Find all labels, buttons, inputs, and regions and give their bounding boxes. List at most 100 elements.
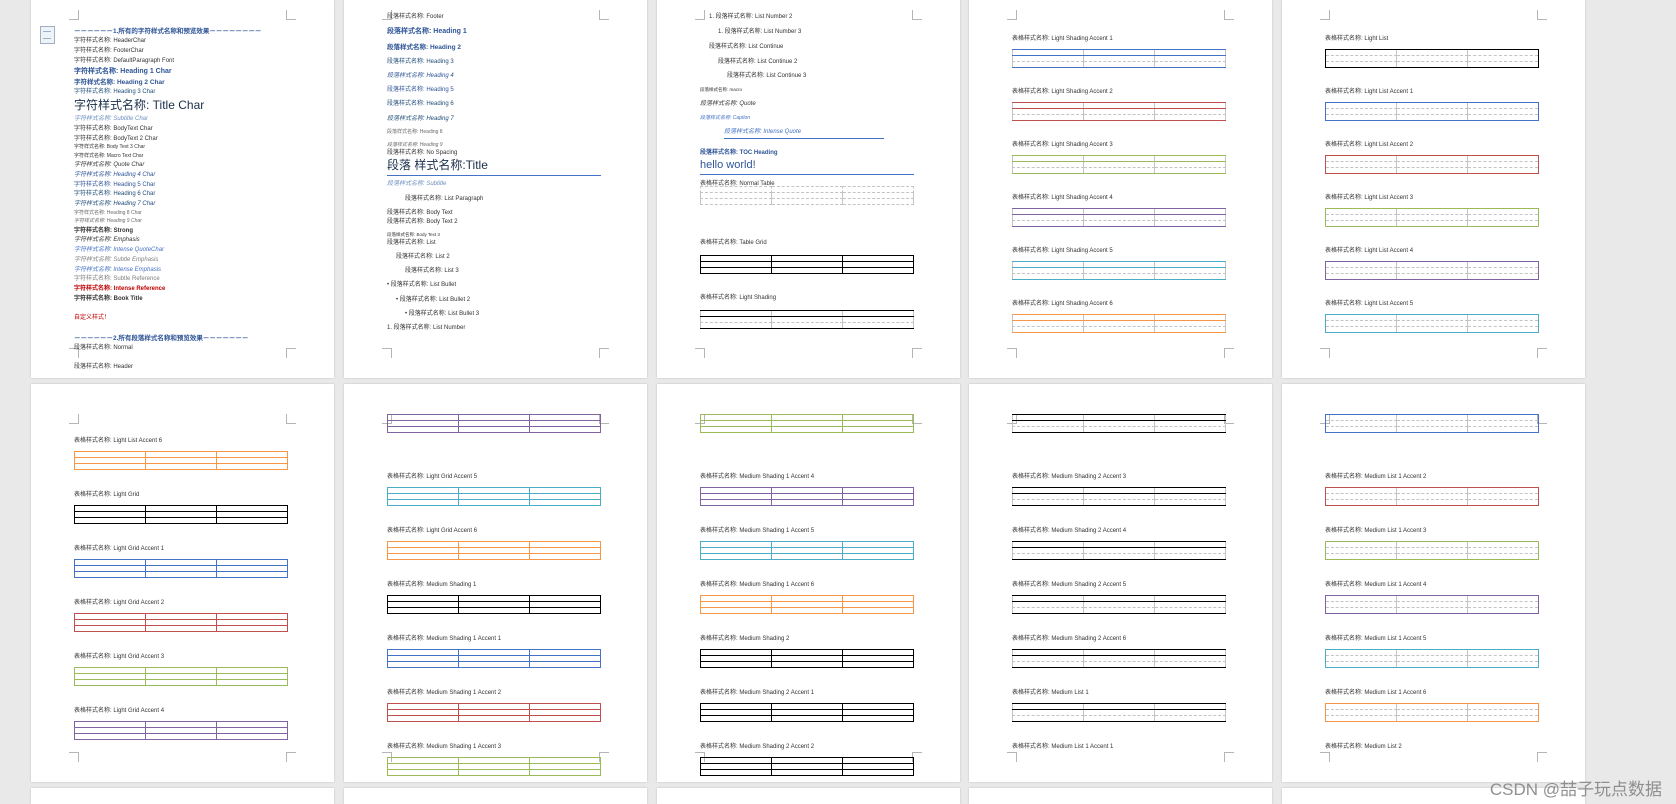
style-preview-table[interactable] xyxy=(1325,487,1539,506)
table-cell[interactable] xyxy=(842,198,914,205)
table-cell[interactable] xyxy=(1083,220,1155,227)
table-cell[interactable] xyxy=(1396,114,1468,121)
table-cell[interactable] xyxy=(1396,661,1468,668)
style-preview-table[interactable] xyxy=(1325,155,1539,174)
table-cell[interactable] xyxy=(1012,273,1084,280)
table-cell[interactable] xyxy=(1083,715,1155,722)
table-cell[interactable] xyxy=(1012,326,1084,333)
table-cell[interactable] xyxy=(1012,607,1084,614)
style-preview-table[interactable] xyxy=(387,595,601,614)
style-preview-table[interactable] xyxy=(74,559,288,578)
style-preview-table[interactable] xyxy=(1012,102,1226,121)
table-cell[interactable] xyxy=(1083,326,1155,333)
table-cell[interactable] xyxy=(771,499,843,506)
table-cell[interactable] xyxy=(1012,167,1084,174)
style-preview-table[interactable] xyxy=(1012,314,1226,333)
style-preview-table[interactable] xyxy=(1012,649,1226,668)
style-preview-table[interactable] xyxy=(1012,703,1226,722)
table-cell[interactable] xyxy=(216,463,288,470)
table-cell[interactable] xyxy=(145,463,217,470)
table-cell[interactable] xyxy=(145,733,217,740)
style-preview-table[interactable] xyxy=(74,667,288,686)
table-cell[interactable] xyxy=(74,517,146,524)
table-cell[interactable] xyxy=(216,517,288,524)
style-preview-table[interactable] xyxy=(387,487,601,506)
table-cell[interactable] xyxy=(1154,715,1226,722)
style-preview-table[interactable] xyxy=(700,310,914,329)
table-cell[interactable] xyxy=(216,625,288,632)
table-cell[interactable] xyxy=(771,661,843,668)
table-cell[interactable] xyxy=(1325,167,1397,174)
table-cell[interactable] xyxy=(771,715,843,722)
style-preview-table[interactable] xyxy=(1325,102,1539,121)
table-cell[interactable] xyxy=(1325,273,1397,280)
table-cell[interactable] xyxy=(771,426,843,433)
table-cell[interactable] xyxy=(1012,426,1084,433)
table-cell[interactable] xyxy=(387,715,459,722)
table-cell[interactable] xyxy=(771,322,843,329)
table-cell[interactable] xyxy=(1396,61,1468,68)
table-cell[interactable] xyxy=(1467,607,1539,614)
style-preview-table[interactable] xyxy=(1012,261,1226,280)
table-cell[interactable] xyxy=(842,661,914,668)
table-cell[interactable] xyxy=(529,499,601,506)
style-preview-table[interactable] xyxy=(387,649,601,668)
style-preview-table[interactable] xyxy=(1325,541,1539,560)
table-cell[interactable] xyxy=(74,733,146,740)
table-cell[interactable] xyxy=(1325,114,1397,121)
table-cell[interactable] xyxy=(458,715,530,722)
table-cell[interactable] xyxy=(1154,661,1226,668)
table-cell[interactable] xyxy=(145,517,217,524)
table-cell[interactable] xyxy=(771,267,843,274)
table-cell[interactable] xyxy=(529,553,601,560)
style-preview-table[interactable] xyxy=(1325,314,1539,333)
table-cell[interactable] xyxy=(1012,499,1084,506)
style-preview-table[interactable] xyxy=(1325,261,1539,280)
table-cell[interactable] xyxy=(1083,273,1155,280)
table-cell[interactable] xyxy=(1467,426,1539,433)
table-cell[interactable] xyxy=(700,499,772,506)
table-cell[interactable] xyxy=(1083,553,1155,560)
style-preview-table[interactable] xyxy=(1012,595,1226,614)
table-cell[interactable] xyxy=(458,661,530,668)
table-cell[interactable] xyxy=(1396,167,1468,174)
table-cell[interactable] xyxy=(387,426,459,433)
style-preview-table[interactable] xyxy=(700,703,914,722)
table-cell[interactable] xyxy=(1467,220,1539,227)
table-cell[interactable] xyxy=(1154,326,1226,333)
style-preview-table[interactable] xyxy=(387,703,601,722)
table-cell[interactable] xyxy=(387,607,459,614)
table-cell[interactable] xyxy=(771,607,843,614)
style-preview-table[interactable] xyxy=(387,757,601,776)
table-cell[interactable] xyxy=(1396,715,1468,722)
table-cell[interactable] xyxy=(216,571,288,578)
table-cell[interactable] xyxy=(1396,426,1468,433)
table-cell[interactable] xyxy=(1154,167,1226,174)
style-preview-table[interactable] xyxy=(387,541,601,560)
style-preview-table[interactable] xyxy=(1012,208,1226,227)
table-cell[interactable] xyxy=(700,607,772,614)
table-cell[interactable] xyxy=(1325,499,1397,506)
table-cell[interactable] xyxy=(1396,326,1468,333)
table-cell[interactable] xyxy=(387,499,459,506)
style-preview-table[interactable] xyxy=(1325,49,1539,68)
table-cell[interactable] xyxy=(1467,553,1539,560)
table-cell[interactable] xyxy=(1083,426,1155,433)
table-cell[interactable] xyxy=(771,769,843,776)
table-cell[interactable] xyxy=(1083,661,1155,668)
table-cell[interactable] xyxy=(1396,553,1468,560)
style-preview-table[interactable] xyxy=(1325,208,1539,227)
style-preview-table[interactable] xyxy=(700,649,914,668)
table-cell[interactable] xyxy=(1154,426,1226,433)
style-preview-table[interactable] xyxy=(1325,703,1539,722)
table-cell[interactable] xyxy=(1154,114,1226,121)
table-cell[interactable] xyxy=(458,553,530,560)
table-cell[interactable] xyxy=(1325,715,1397,722)
table-cell[interactable] xyxy=(1083,114,1155,121)
style-preview-table[interactable] xyxy=(700,255,914,274)
table-cell[interactable] xyxy=(1154,61,1226,68)
table-cell[interactable] xyxy=(1325,426,1397,433)
table-cell[interactable] xyxy=(842,267,914,274)
style-preview-table[interactable] xyxy=(74,721,288,740)
style-preview-table[interactable] xyxy=(387,414,601,433)
